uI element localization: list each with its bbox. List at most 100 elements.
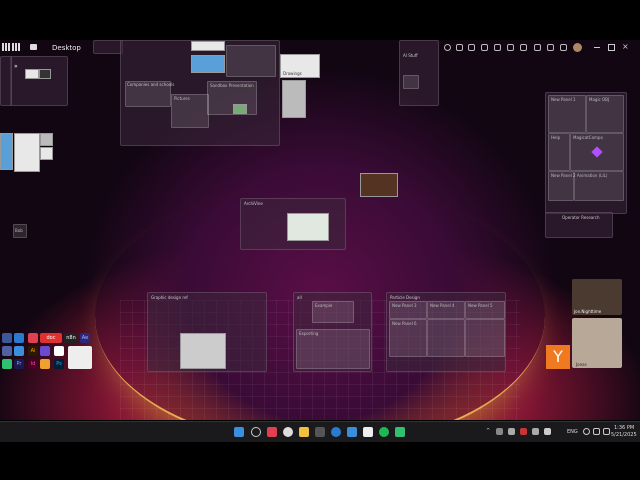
desktop-label[interactable]: Desktop [52, 44, 81, 52]
app-icon[interactable]: Ps [54, 359, 64, 369]
thumbnail[interactable] [14, 133, 40, 172]
battery-icon[interactable] [603, 428, 610, 435]
apps-icon[interactable] [12, 43, 20, 51]
app-icon[interactable]: Pr [14, 359, 24, 369]
app-icon[interactable] [347, 427, 357, 437]
grid-icon[interactable] [2, 43, 10, 51]
avatar[interactable] [573, 43, 582, 52]
app-icon[interactable] [54, 346, 64, 356]
language-indicator[interactable]: ENG [567, 429, 578, 435]
start-icon[interactable] [234, 427, 244, 437]
board-research[interactable]: Operator Research [545, 212, 613, 238]
board-newpanel[interactable]: New Panel 1 Magic OBJ Help MagicatCompo … [545, 92, 627, 214]
chrome-icon[interactable] [283, 427, 293, 437]
window-icon[interactable] [481, 44, 488, 51]
board-top-small[interactable] [93, 40, 123, 54]
share-icon[interactable] [520, 44, 527, 51]
board-left-edge[interactable] [0, 56, 12, 106]
chevron-down-icon[interactable] [547, 44, 554, 51]
thumbnail[interactable] [191, 55, 225, 73]
app-icon[interactable] [395, 427, 405, 437]
app-icon[interactable]: Ae [80, 333, 90, 343]
card[interactable]: New Panel 5 [465, 301, 505, 319]
card[interactable]: Animation (LIL) [574, 171, 624, 201]
card[interactable] [465, 319, 505, 357]
app-icon[interactable] [28, 333, 38, 343]
notes-icon[interactable] [363, 427, 373, 437]
thumbnail[interactable] [40, 133, 53, 146]
minimize-icon[interactable] [594, 47, 600, 48]
card[interactable]: New Panel 2 [548, 171, 576, 201]
more-icon[interactable] [534, 44, 541, 51]
maximize-icon[interactable] [608, 44, 615, 51]
settings-icon[interactable] [456, 44, 463, 51]
thumbnail[interactable] [40, 147, 53, 160]
clock-date[interactable]: 5/21/2025 [611, 432, 637, 438]
search-icon[interactable] [251, 427, 261, 437]
app-icon[interactable]: Id [28, 359, 38, 369]
note-card[interactable]: Bob [13, 224, 27, 238]
card[interactable]: Example [312, 301, 354, 323]
card[interactable]: New Panel 1 [548, 95, 586, 133]
settings-gear-icon[interactable] [560, 44, 567, 51]
screen-icon[interactable] [507, 44, 514, 51]
expand-icon[interactable]: » [14, 63, 18, 70]
monitor-icon[interactable] [30, 44, 37, 50]
thumbnail[interactable] [282, 80, 306, 118]
app-icon[interactable] [40, 346, 50, 356]
wifi-icon[interactable] [583, 428, 590, 435]
thumbnail[interactable] [39, 69, 51, 79]
app-icon[interactable]: Ai [28, 346, 38, 356]
app-icon[interactable] [2, 359, 12, 369]
thumbnail[interactable] [25, 69, 39, 79]
board-particle[interactable]: Particle Design New Panel 3 New Panel 4 … [386, 292, 506, 372]
folder-icon[interactable] [299, 427, 309, 437]
tray-icon[interactable] [508, 428, 515, 435]
thumbnail[interactable] [180, 333, 226, 369]
card[interactable]: New Panel 3 [389, 301, 427, 319]
app-icon[interactable]: doc [40, 333, 62, 343]
tray-icon[interactable] [520, 428, 527, 435]
avatar[interactable]: Jon.Nighttime [572, 279, 622, 315]
card[interactable] [427, 319, 465, 357]
thumbnail[interactable] [360, 173, 398, 197]
thumbnail[interactable]: Drawings [280, 54, 320, 78]
app-icon[interactable] [267, 427, 277, 437]
card[interactable]: Help [548, 133, 570, 171]
y-logo[interactable]: Y [546, 345, 570, 369]
thumbnail[interactable] [233, 104, 247, 114]
calendar-app-icon[interactable] [68, 346, 92, 369]
refresh-icon[interactable] [444, 44, 451, 51]
card[interactable] [226, 45, 276, 77]
card[interactable] [125, 81, 171, 107]
board-graphic[interactable]: Graphic design ref [147, 292, 267, 372]
layout-icon[interactable] [468, 44, 475, 51]
grid-view-icon[interactable] [494, 44, 501, 51]
thumbnail[interactable] [287, 213, 329, 241]
card[interactable]: New Panel 6 [389, 319, 427, 357]
close-icon[interactable]: × [622, 42, 629, 51]
thumbnail[interactable] [0, 133, 13, 170]
spotify-icon[interactable] [379, 427, 389, 437]
card[interactable] [403, 75, 419, 89]
edge-icon[interactable] [331, 427, 341, 437]
board-categories[interactable]: Companies and schools Pictures Sandbox P… [120, 40, 280, 146]
card[interactable]: Sandbox Presentation [207, 81, 257, 115]
app-icon[interactable] [2, 333, 12, 343]
avatar[interactable]: Jonas [572, 318, 622, 368]
app-icon[interactable] [40, 359, 50, 369]
tray-icon[interactable] [496, 428, 503, 435]
app-icon[interactable] [315, 427, 325, 437]
board-archive[interactable]: ArchiVine [240, 198, 346, 250]
card[interactable]: New Panel 4 [427, 301, 465, 319]
card[interactable]: Pictures [171, 94, 209, 128]
app-icon[interactable] [14, 346, 24, 356]
card[interactable]: Magic OBJ [586, 95, 624, 133]
board-left-top[interactable]: » [10, 56, 68, 106]
app-icon[interactable]: n8n [64, 333, 78, 343]
board-ai[interactable]: AI Stuff [399, 40, 439, 106]
card[interactable]: MagicatCompo [570, 133, 624, 171]
volume-icon[interactable] [593, 428, 600, 435]
tray-icon[interactable] [544, 428, 551, 435]
chevron-up-icon[interactable]: ^ [486, 428, 490, 434]
